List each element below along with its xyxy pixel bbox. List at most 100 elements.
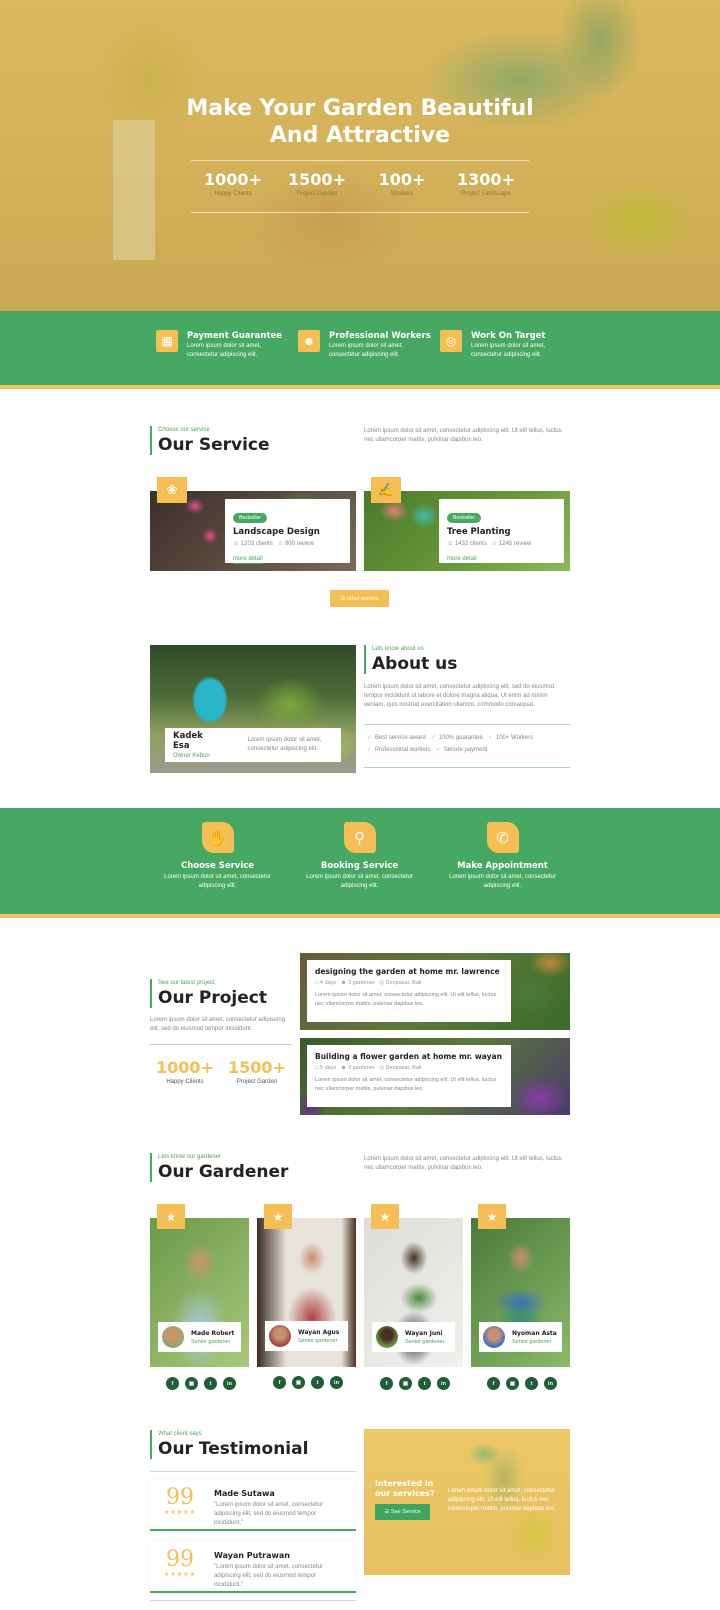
twitter-icon[interactable]: t xyxy=(311,1376,324,1389)
gardener-icon: ★ xyxy=(371,1204,399,1229)
twitter-icon[interactable]: t xyxy=(418,1377,431,1390)
twitter-icon[interactable]: t xyxy=(525,1377,538,1390)
project-card[interactable]: designing the garden at home mr. lawrenc… xyxy=(307,960,511,1022)
hand-icon: ✋ xyxy=(201,822,234,853)
rating-stars: ★★★★★ xyxy=(164,1572,196,1578)
avatar xyxy=(483,1326,505,1348)
owner-description: Lorem ipsum dolor sit amet, consectetur … xyxy=(247,737,322,752)
project-description: Lorem ipsum dolor sit amet, consectetur … xyxy=(315,1077,497,1092)
about-checks-row: ✓ Best service award ✓ 100% guarantee ✓ 100… xyxy=(367,735,534,753)
bestseller-badge: Bestseller xyxy=(447,513,481,523)
instagram-icon[interactable]: ▣ xyxy=(185,1377,198,1390)
linkedin-icon[interactable]: in xyxy=(544,1377,557,1390)
project-title: Building a flower garden at home mr. way… xyxy=(315,1052,502,1061)
more-detail-link[interactable]: more detail xyxy=(447,556,477,564)
section-kicker: See our latest project xyxy=(158,980,215,986)
linkedin-icon[interactable]: in xyxy=(223,1377,236,1390)
planting-hand-icon: ✍ xyxy=(371,477,401,503)
gardener-card: Nyoman Asta Senior gardener xyxy=(479,1322,562,1352)
section-kicker: Lets know our gardener xyxy=(158,1154,222,1160)
gardener-header: Lets know our gardener Our Gardener xyxy=(150,1153,288,1182)
rating-stars: ★★★★★ xyxy=(164,1510,196,1516)
gardener-icon: ★ xyxy=(264,1204,292,1229)
quote-icon: 99 xyxy=(166,1485,194,1510)
star-icon: ☆ xyxy=(277,541,284,547)
section-kicker: Lets know about us xyxy=(372,646,424,652)
feature-item: ▦ Payment Guarantee Lorem ipsum dolor sit… xyxy=(156,330,292,360)
workers-icon: ☻ xyxy=(298,330,320,352)
list-icon: ☰ xyxy=(384,1509,390,1515)
about-header: Lets know about us About us xyxy=(364,645,457,674)
owner-name: Kadek Esa xyxy=(173,731,203,751)
testimonial-header: What client says Our Testimonial xyxy=(150,1430,308,1459)
facebook-icon[interactable]: f xyxy=(273,1376,286,1389)
project-stat: 1000+ Happy Clients xyxy=(156,1058,214,1085)
cta-description: Lorem ipsum dolor sit amet, consectetur … xyxy=(448,1488,556,1512)
clients-icon: ☺ xyxy=(447,541,454,547)
project-card[interactable]: Building a flower garden at home mr. way… xyxy=(307,1045,511,1107)
facebook-icon[interactable]: f xyxy=(380,1377,393,1390)
social-links: f ▣ t in xyxy=(273,1376,343,1389)
instagram-icon[interactable]: ▣ xyxy=(292,1376,305,1389)
check-icon: ✓ xyxy=(367,735,373,741)
more-detail-link[interactable]: more detail xyxy=(233,556,263,564)
service-card[interactable]: Bestseller Tree Planting ☺ 1432 clients … xyxy=(439,499,564,564)
feature-item: ☻ Professional Workers Lorem ipsum dolor … xyxy=(298,330,434,360)
section-kicker: What client says xyxy=(158,1431,202,1437)
gardener-description: Lorem ipsum dolor sit amet, consectetur … xyxy=(364,1156,562,1171)
service-header: Choose our service Our Service xyxy=(150,426,270,455)
about-description: Lorem ipsum dolor sit amet, consectetur … xyxy=(364,684,555,708)
linkedin-icon[interactable]: in xyxy=(437,1377,450,1390)
instagram-icon[interactable]: ▣ xyxy=(399,1377,412,1390)
gardener-icon: ☻ xyxy=(340,980,347,986)
check-icon: ✓ xyxy=(487,735,493,741)
linkedin-icon[interactable]: in xyxy=(330,1376,343,1389)
gardener-card: Made Robert Senior gardener xyxy=(158,1322,241,1352)
instagram-icon[interactable]: ▣ xyxy=(506,1377,519,1390)
service-card[interactable]: Bestseller Landscape Design ☺ 1203 clien… xyxy=(225,499,350,564)
section-title: About us xyxy=(372,654,458,674)
owner-role: Owner Kebun xyxy=(173,753,210,759)
see-service-button[interactable]: ☰ See Service xyxy=(375,1504,430,1520)
project-description: Lorem ipsum dolor sit amet, consectetur … xyxy=(315,992,497,1007)
location-icon: ◎ xyxy=(379,1065,385,1071)
divider xyxy=(150,1044,292,1045)
avatar xyxy=(269,1325,291,1347)
service-description: Lorem ipsum dolor sit amet, consectetur … xyxy=(364,428,562,443)
testimonial-card: 99 ★★★★★ Wayan Putrawan "Lorem ipsum dolor… xyxy=(150,1541,356,1593)
location-icon: ◎ xyxy=(379,980,385,986)
divider xyxy=(150,1471,356,1472)
divider xyxy=(364,767,570,768)
cta-title: Interested in our services? xyxy=(375,1479,435,1498)
social-links: f ▣ t in xyxy=(487,1377,557,1390)
section-kicker: Choose our service xyxy=(158,427,210,433)
project-header: See our latest project Our Project xyxy=(150,979,267,1008)
project-stat: 1500+ Project Garden xyxy=(228,1058,286,1085)
check-icon: ✓ xyxy=(430,735,436,741)
star-icon: ☆ xyxy=(491,541,498,547)
section-title: Our Project xyxy=(158,988,267,1008)
avatar xyxy=(376,1326,398,1348)
other-service-button[interactable]: ☰ other service xyxy=(330,590,389,607)
service-meta: ☺ 1203 clients ☆ 800 review xyxy=(233,541,314,547)
section-title: Our Testimonial xyxy=(158,1439,309,1459)
bestseller-badge: Bestseller xyxy=(233,513,267,523)
hero-title: Make Your Garden Beautiful And Attractive xyxy=(186,96,534,148)
process-step: ✆ Make Appointment Lorem ipsum dolor sit … xyxy=(445,822,560,891)
service-title: Landscape Design xyxy=(233,527,320,537)
process-step: ⚲ Booking Service Lorem ipsum dolor sit a… xyxy=(302,822,417,891)
project-meta: □ 4 days ☻ 3 gardener ◎ Denpasar, Bali xyxy=(315,980,422,986)
twitter-icon[interactable]: t xyxy=(204,1377,217,1390)
facebook-icon[interactable]: f xyxy=(487,1377,500,1390)
gardener-icon: ★ xyxy=(478,1204,506,1229)
gardener-card: Wayan Juni Senior gardener xyxy=(372,1322,455,1352)
facebook-icon[interactable]: f xyxy=(166,1377,179,1390)
section-title: Our Gardener xyxy=(158,1162,289,1182)
payment-icon: ▦ xyxy=(156,330,178,352)
cta-banner: Interested in our services? ☰ See Servic… xyxy=(364,1429,570,1575)
feature-item: ◎ Work On Target Lorem ipsum dolor sit am… xyxy=(440,330,576,360)
hero-stat: 1300+ Project Landscape xyxy=(457,170,515,197)
divider xyxy=(191,160,529,161)
hero-stat: 1500+ Project Garden xyxy=(288,170,346,197)
check-icon: ✓ xyxy=(367,747,373,753)
